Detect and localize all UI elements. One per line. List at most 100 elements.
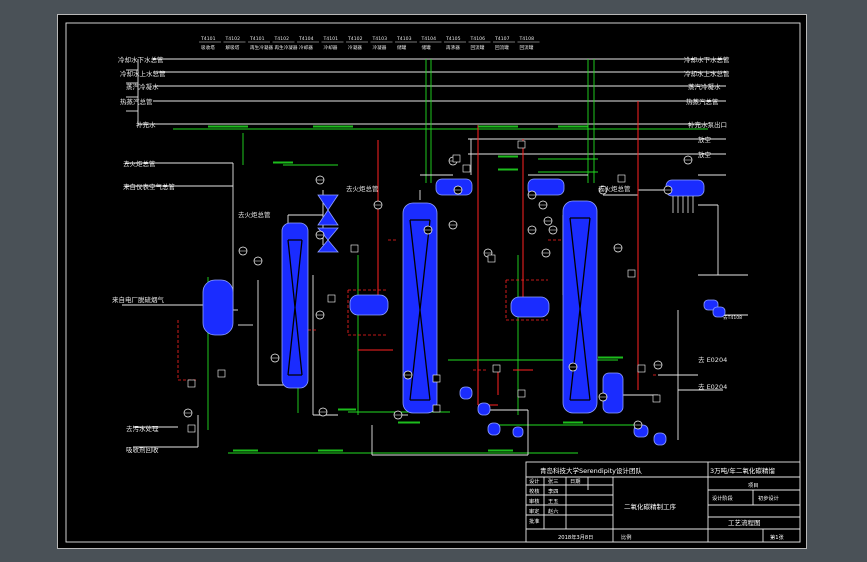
heat-exchanger-1 xyxy=(317,194,339,226)
tb-cell: 王五 xyxy=(548,498,558,505)
util-label-condensate: 蒸汽冷凝水 xyxy=(126,82,159,91)
header-sub: 冷凝器 xyxy=(373,44,387,51)
control-box xyxy=(452,154,461,163)
r-util-cw-return: 冷却水下水总管 xyxy=(684,55,730,64)
r-util-vent-1: 放空 xyxy=(698,135,712,144)
util-label-cw-return: 冷却水下水总管 xyxy=(118,55,164,64)
header-tag: T4102 xyxy=(225,36,241,42)
pump-1 xyxy=(459,386,473,400)
header-sub: 解吸塔 xyxy=(226,44,240,51)
line-tag-mark xyxy=(398,421,420,424)
line-tag-mark xyxy=(233,449,258,452)
left-utility-labels: 冷却水下水总管 冷却水上水总管 蒸汽冷凝水 热蒸汽总管 补充水 去火炬总管 来自… xyxy=(112,55,631,454)
control-box xyxy=(487,254,496,263)
tb-cell: 李四 xyxy=(548,487,558,495)
tb-project: 3万吨/年二氧化碳精馏 xyxy=(710,466,775,475)
input-label-air: 来自仪表空气总管 xyxy=(123,182,176,191)
r-util-makeup: 补充水泵出口 xyxy=(688,120,727,129)
header-tag: T4107 xyxy=(494,36,510,42)
header-tag: T4101 xyxy=(249,36,265,42)
pump-2 xyxy=(477,402,491,416)
input-label-flare: 去火炬总管 xyxy=(123,159,156,168)
r-out-e0204-1: 去 E0204 xyxy=(698,355,727,364)
feed-tank xyxy=(202,279,234,336)
output-label-absorbent: 吸收剂回收 xyxy=(126,445,159,454)
tb-sheet: 第1张 xyxy=(770,533,784,541)
header-tag: T4101 xyxy=(200,36,216,42)
header-sub: 冷凝器 xyxy=(348,44,362,51)
input-label-flue-gas: 来自电厂脱硫烟气 xyxy=(112,295,165,304)
tb-cell: 张三 xyxy=(548,477,558,485)
control-box xyxy=(187,379,196,388)
equipment xyxy=(202,178,726,446)
header-sub: 回流罐 xyxy=(520,44,534,51)
util-label-makeup: 补充水 xyxy=(136,120,156,129)
header-sub: 再沸器 xyxy=(446,44,460,51)
line-tag-mark xyxy=(273,161,293,164)
header-tag: T4102 xyxy=(274,36,290,42)
line-tag-mark xyxy=(598,356,623,359)
line-tag-mark xyxy=(208,125,248,128)
r-out-t4108: 去T4108 xyxy=(723,314,742,321)
control-box xyxy=(187,424,196,433)
header-sub: 回流罐 xyxy=(495,44,509,51)
to-flare-2: 去火炬总管 xyxy=(346,184,379,193)
control-box xyxy=(350,244,359,253)
reboiler-drum-1 xyxy=(349,294,389,316)
pump-4 xyxy=(512,426,524,438)
header-tag: T4102 xyxy=(347,36,363,42)
header-tag: T4104 xyxy=(298,36,314,42)
r-util-cw-supply: 冷却水上水总管 xyxy=(684,69,730,78)
line-tag-mark xyxy=(313,125,353,128)
header-sub: 再生冷凝器 xyxy=(275,44,298,51)
util-label-steam: 热蒸汽总管 xyxy=(120,97,153,106)
line-tag-mark xyxy=(498,155,518,158)
header-tag: T4103 xyxy=(372,36,388,42)
header-sub: 冷却器 xyxy=(299,44,313,51)
control-box xyxy=(217,369,226,378)
pump-3 xyxy=(487,422,501,436)
tb-cell: 审定 xyxy=(529,507,539,515)
line-tag-mark xyxy=(498,168,518,171)
control-box xyxy=(432,374,441,383)
output-label-waste-water: 去污水处理 xyxy=(126,424,159,433)
tb-date: 2018年3月8日 xyxy=(558,533,593,541)
r-out-e0204-2: 去 E0204 xyxy=(698,382,727,391)
control-box xyxy=(517,140,526,149)
header-sub: 再生冷凝器 xyxy=(250,44,273,51)
control-box xyxy=(492,364,501,373)
header-tag: T4108 xyxy=(519,36,535,42)
control-box xyxy=(652,394,661,403)
header-sub: 冷却器 xyxy=(324,44,338,51)
process-flow-diagram: T4101吸收塔T4102解吸塔T4101再生冷凝器T4102再生冷凝器T410… xyxy=(65,22,801,543)
control-box xyxy=(432,404,441,413)
control-box xyxy=(627,269,636,278)
tb-cell: 赵六 xyxy=(548,507,558,515)
line-tag-mark xyxy=(478,125,518,128)
drawing-frame: T4101 吸收塔 T4102 解吸塔 T4101 再生冷凝器 T4102 再生冷凝器 T410… xyxy=(57,14,807,549)
header-sub: 吸收塔 xyxy=(201,44,215,51)
line-tag-mark xyxy=(563,421,583,424)
tb-project2: 项目 xyxy=(748,482,758,489)
tb-cell: 审核 xyxy=(529,497,539,505)
tb-scale: 比例 xyxy=(621,533,631,541)
line-tag-mark xyxy=(338,408,356,411)
header-tag: T4105 xyxy=(445,36,461,42)
tb-cell: 设计 xyxy=(529,477,539,485)
control-box xyxy=(637,364,646,373)
header-sub: 储罐 xyxy=(422,44,432,51)
tb-cell: 批准 xyxy=(529,517,539,525)
tb-phase: 设计阶段 xyxy=(712,494,733,502)
header-tag: T4104 xyxy=(421,36,437,42)
pump-6 xyxy=(653,432,667,446)
reboiler-drum-2 xyxy=(510,296,550,318)
title-block: 青岛科技大学Serendipity设计团队 3万吨/年二氧化碳精馏 项目 二氧化… xyxy=(525,461,801,543)
r-util-steam: 热蒸汽总管 xyxy=(686,97,719,106)
header-tag: T4103 xyxy=(396,36,412,42)
tb-cell: 校核 xyxy=(529,487,539,495)
tb-cell: 日期 xyxy=(570,478,580,485)
to-flare-3: 去火炬总管 xyxy=(598,184,631,193)
utility-lines xyxy=(125,58,726,190)
control-box xyxy=(617,174,626,183)
line-tag-mark xyxy=(488,449,513,452)
